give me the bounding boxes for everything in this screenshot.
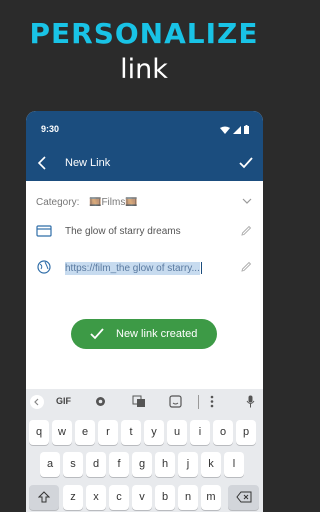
key[interactable]: b xyxy=(155,485,175,510)
key[interactable]: q xyxy=(29,420,49,445)
key[interactable]: i xyxy=(190,420,210,445)
url-field[interactable]: https://film_the glow of starry... xyxy=(65,261,202,275)
key[interactable]: p xyxy=(236,420,256,445)
wifi-icon xyxy=(220,126,230,134)
text-cursor xyxy=(200,262,202,274)
key[interactable]: l xyxy=(224,452,244,477)
key[interactable]: e xyxy=(75,420,95,445)
gif-button[interactable]: GIF xyxy=(56,396,71,406)
app-bar: New Link xyxy=(26,145,263,181)
link-form: Category: 🎞️Films🎞️ The glow of starry d… xyxy=(26,181,263,389)
backspace-key[interactable] xyxy=(228,485,259,510)
key[interactable]: m xyxy=(201,485,221,510)
key[interactable]: k xyxy=(201,452,221,477)
sticker-icon[interactable] xyxy=(169,395,182,408)
key[interactable]: x xyxy=(86,485,106,510)
shift-key[interactable] xyxy=(29,485,59,510)
toolbar-divider xyxy=(198,395,199,409)
category-label: Category: xyxy=(36,197,80,208)
key[interactable]: u xyxy=(167,420,187,445)
url-row: https://film_the glow of starry... xyxy=(26,253,263,281)
chevron-down-icon xyxy=(242,198,252,204)
back-arrow-icon[interactable] xyxy=(34,154,52,172)
title-field[interactable]: The glow of starry dreams xyxy=(65,226,181,237)
key[interactable]: s xyxy=(63,452,83,477)
key[interactable]: h xyxy=(155,452,175,477)
more-icon[interactable] xyxy=(210,395,214,408)
battery-icon xyxy=(244,125,249,134)
key[interactable]: o xyxy=(213,420,233,445)
key[interactable]: a xyxy=(40,452,60,477)
backspace-icon xyxy=(235,491,251,503)
success-toast: New link created xyxy=(71,319,217,349)
key[interactable]: j xyxy=(178,452,198,477)
key[interactable]: z xyxy=(63,485,83,510)
phone-screen: 9:30 New Link Category: 🎞️Films🎞️ The gl… xyxy=(26,111,263,512)
key[interactable]: g xyxy=(132,452,152,477)
key[interactable]: y xyxy=(144,420,164,445)
chevron-left-icon[interactable] xyxy=(29,394,45,410)
toast-text: New link created xyxy=(116,328,198,340)
promo-subtitle: link xyxy=(120,54,168,85)
key[interactable]: r xyxy=(98,420,118,445)
status-time: 9:30 xyxy=(41,124,60,134)
pencil-icon[interactable] xyxy=(240,225,252,237)
keyboard: GIF q w e r t y u i o p a s d f g h j k … xyxy=(26,389,263,512)
gear-icon[interactable] xyxy=(94,395,107,408)
pencil-icon[interactable] xyxy=(240,261,252,273)
key[interactable]: w xyxy=(52,420,72,445)
mic-icon[interactable] xyxy=(246,395,255,408)
title-card-icon xyxy=(36,225,52,237)
keyboard-toolbar: GIF xyxy=(26,389,263,416)
category-selector[interactable]: Category: 🎞️Films🎞️ xyxy=(26,185,263,213)
key[interactable]: n xyxy=(178,485,198,510)
key[interactable]: v xyxy=(132,485,152,510)
signal-icon xyxy=(233,125,241,134)
category-value: 🎞️Films🎞️ xyxy=(89,197,138,208)
check-icon[interactable] xyxy=(237,154,255,172)
key[interactable]: t xyxy=(121,420,141,445)
url-selected-text: https://film_the glow of starry... xyxy=(65,261,200,275)
status-icons xyxy=(220,125,249,134)
check-icon xyxy=(90,328,104,340)
title-row: The glow of starry dreams xyxy=(26,217,263,245)
translate-icon[interactable] xyxy=(132,395,146,408)
globe-icon xyxy=(37,260,51,274)
key[interactable]: d xyxy=(86,452,106,477)
shift-icon xyxy=(37,491,51,503)
status-bar: 9:30 xyxy=(26,111,263,145)
key[interactable]: c xyxy=(109,485,129,510)
promo-title: PERSONALIZE xyxy=(29,17,259,50)
app-bar-title: New Link xyxy=(65,157,111,169)
key[interactable]: f xyxy=(109,452,129,477)
